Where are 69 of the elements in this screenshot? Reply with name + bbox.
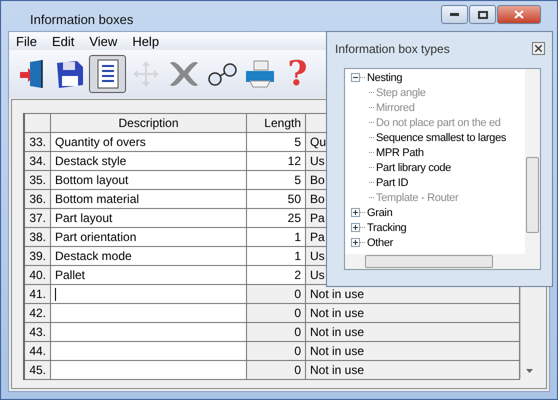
row-number: 42.	[24, 304, 50, 322]
door-icon	[18, 59, 46, 89]
window-title: Information boxes	[29, 10, 134, 26]
table-cell[interactable]: Quantity of overs	[50, 132, 246, 152]
row-number: 41.	[24, 284, 50, 304]
table-cell[interactable]: Bottom material	[50, 190, 246, 208]
scrollbar[interactable]	[345, 254, 540, 269]
expand-icon[interactable]	[351, 223, 360, 232]
panel-title: Information box types	[334, 42, 450, 56]
row-number: 34.	[24, 152, 50, 170]
tree-item[interactable]: Sequence smallest to larges	[376, 132, 506, 144]
tree-item[interactable]: Part ID	[376, 176, 408, 188]
expand-icon[interactable]	[351, 208, 360, 217]
menu-item[interactable]: File	[16, 34, 37, 48]
row-number: 45.	[24, 360, 50, 380]
table-cell[interactable]: Destack mode	[50, 246, 246, 266]
down-arrow-icon	[526, 369, 532, 373]
corner-header	[24, 114, 50, 132]
table-cell[interactable]: Destack style	[50, 152, 246, 170]
row-number: 37.	[24, 208, 50, 228]
list-document-icon	[94, 59, 120, 89]
menu-item[interactable]: Help	[132, 34, 160, 48]
minimize-icon	[450, 13, 459, 16]
scrollbar[interactable]	[525, 69, 540, 254]
table-cell: 0	[246, 342, 306, 360]
table-cell: 0	[246, 304, 306, 322]
close-button[interactable]	[497, 5, 541, 24]
table-cell: Not in use	[306, 360, 520, 380]
close-button[interactable]	[532, 42, 545, 55]
row-number: 44.	[24, 342, 50, 360]
scroll-thumb[interactable]	[365, 255, 493, 268]
tree-item[interactable]: Other	[367, 236, 394, 248]
column-header: Description	[50, 114, 246, 132]
tree-item[interactable]: Part library code	[376, 162, 451, 174]
minimize-button[interactable]	[441, 5, 468, 24]
row-number: 43.	[24, 322, 50, 342]
row-number: 40.	[24, 266, 50, 284]
column-header: Length	[246, 114, 306, 132]
table-cell: Not in use	[306, 304, 520, 322]
table-cell[interactable]: Part layout	[50, 208, 246, 228]
toolbar-button[interactable]: ?	[279, 55, 316, 93]
table-cell: 0	[246, 322, 306, 342]
row-number: 35.	[24, 170, 50, 190]
close-icon	[535, 45, 542, 52]
maximize-icon	[478, 10, 488, 18]
table-cell: 0	[246, 360, 306, 380]
row-number: 36.	[24, 190, 50, 208]
toolbar-button[interactable]	[89, 55, 126, 93]
table-cell[interactable]: Bottom layout	[50, 170, 246, 190]
table-cell: Not in use	[306, 322, 520, 342]
maximize-button[interactable]	[469, 5, 496, 24]
table-cell[interactable]: Part orientation	[50, 228, 246, 246]
menu-item[interactable]: View	[89, 34, 118, 48]
row-number: 39.	[24, 246, 50, 266]
tree-item[interactable]: Grain	[367, 206, 392, 218]
menu-item[interactable]: Edit	[52, 34, 74, 48]
row-number: 33.	[24, 132, 50, 152]
table-cell[interactable]	[50, 284, 246, 304]
printer-icon	[244, 59, 276, 89]
table-cell[interactable]: Pallet	[50, 266, 246, 284]
row-number: 38.	[24, 228, 50, 246]
scroll-thumb[interactable]	[526, 157, 539, 233]
expand-icon[interactable]	[351, 238, 360, 247]
move-arrows-icon	[130, 59, 160, 89]
tree-item[interactable]: Nesting	[367, 72, 402, 84]
close-icon	[514, 10, 524, 19]
table-cell: 0	[246, 284, 306, 304]
table-cell: Not in use	[306, 342, 520, 360]
collapse-icon[interactable]	[351, 73, 360, 82]
